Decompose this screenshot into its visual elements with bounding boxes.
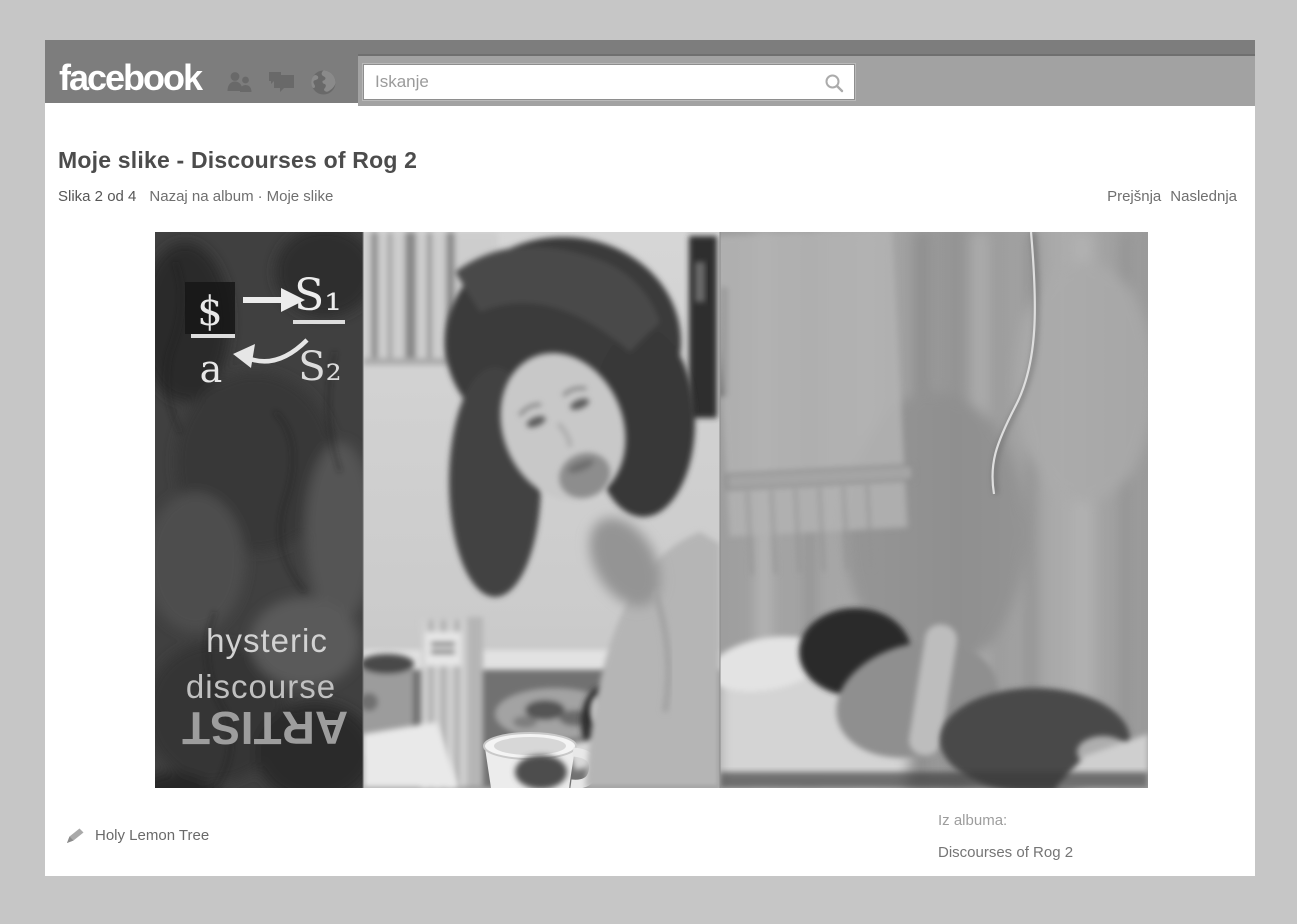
search-icon[interactable]	[824, 73, 844, 93]
from-album-label: Iz albuma:	[938, 805, 1073, 837]
matheme-object-a: a	[200, 347, 223, 391]
friend-requests-icon[interactable]	[226, 69, 253, 96]
photo-collage: $ a S₁ S₂ hyste	[155, 232, 1148, 788]
photo-position-label: Slika 2 od 4	[58, 188, 136, 205]
search-box	[363, 64, 855, 100]
from-album-link[interactable]: Discourses of Rog 2	[938, 837, 1073, 869]
facebook-photo-page: facebook	[45, 40, 1255, 876]
page-title: Moje slike - Discourses of Rog 2	[58, 147, 417, 174]
next-photo-link[interactable]: Naslednja	[1170, 188, 1237, 205]
matheme-s2: S₂	[298, 344, 341, 390]
notifications-globe-icon[interactable]	[310, 69, 337, 96]
artwork-word-hysteric: hysteric	[206, 622, 328, 659]
meta-separator: ·	[258, 188, 263, 205]
artwork-text: hysteric discourse ARTIST	[182, 622, 348, 754]
my-photos-link[interactable]: Moje slike	[267, 188, 334, 205]
back-to-album-link[interactable]: Nazaj na album	[149, 188, 253, 205]
search-input[interactable]	[364, 65, 854, 99]
photo-viewer[interactable]: $ a S₁ S₂ hyste	[155, 232, 1148, 788]
photo-panel-room	[705, 232, 1148, 788]
search-panel	[358, 54, 1255, 106]
facebook-logo[interactable]: facebook	[59, 57, 201, 99]
matheme-barred-subject: $	[197, 289, 222, 335]
edit-pencil-icon[interactable]	[65, 825, 85, 845]
artwork-word-discourse: discourse	[186, 668, 336, 705]
from-album-block: Iz albuma: Discourses of Rog 2	[938, 805, 1073, 869]
caption-row: Holy Lemon Tree	[65, 824, 209, 846]
artwork-word-artist-inverted: ARTIST	[182, 702, 348, 754]
messages-icon[interactable]	[268, 69, 295, 96]
photo-panel-artwork: $ a S₁ S₂ hyste	[155, 232, 375, 788]
photo-door	[714, 232, 918, 576]
photo-panel-selfportrait	[360, 232, 720, 788]
previous-photo-link[interactable]: Prejšnja	[1107, 188, 1161, 205]
facebook-header: facebook	[45, 40, 1255, 103]
matheme-s1: S₁	[294, 270, 342, 321]
photo-caption: Holy Lemon Tree	[95, 827, 209, 844]
header-icon-group	[226, 69, 337, 96]
photo-navigation: Prejšnja Naslednja	[1107, 188, 1237, 205]
photo-meta-line: Slika 2 od 4 Nazaj na album ·Moje slike	[58, 188, 333, 205]
